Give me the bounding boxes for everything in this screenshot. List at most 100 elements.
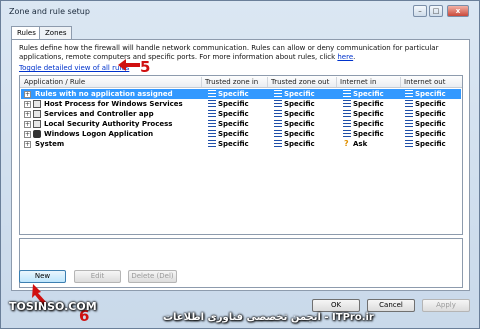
table-row[interactable]: + Rules with no application assigned Spe… (21, 89, 461, 99)
specific-icon (208, 130, 216, 138)
specific-icon (274, 90, 282, 98)
specific-icon (343, 130, 351, 138)
lock-icon (33, 130, 41, 138)
table-row[interactable]: + Local Security Authority Process Speci… (21, 119, 461, 129)
tab-zones[interactable]: Zones (39, 26, 73, 40)
specific-icon (274, 140, 282, 148)
trusted-in-value[interactable]: Specific (218, 110, 249, 118)
internet-out-value[interactable]: Specific (415, 140, 446, 148)
expand-icon[interactable]: + (24, 101, 31, 108)
internet-in-value[interactable]: Specific (353, 90, 384, 98)
specific-icon (405, 120, 413, 128)
trusted-out-value[interactable]: Specific (284, 130, 315, 138)
minimize-button[interactable]: – (413, 5, 427, 17)
expand-icon[interactable]: + (24, 131, 31, 138)
expand-icon[interactable]: + (24, 141, 31, 148)
internet-in-value[interactable]: Specific (353, 130, 384, 138)
internet-in-value[interactable]: Specific (353, 100, 384, 108)
specific-icon (405, 130, 413, 138)
specific-icon (405, 110, 413, 118)
annotation-step-5: 5 (140, 58, 151, 76)
specific-icon (208, 110, 216, 118)
column-separator (400, 77, 401, 87)
window-title: Zone and rule setup (9, 7, 90, 16)
expand-icon[interactable]: + (24, 91, 31, 98)
specific-icon (274, 100, 282, 108)
expand-icon[interactable]: + (24, 121, 31, 128)
description-text: Rules define how the firewall will handl… (19, 44, 439, 61)
specific-icon (343, 90, 351, 98)
trusted-out-value[interactable]: Specific (284, 110, 315, 118)
trusted-in-value[interactable]: Specific (218, 120, 249, 128)
maximize-button[interactable]: □ (429, 5, 443, 17)
trusted-out-value[interactable]: Specific (284, 140, 315, 148)
apply-button[interactable]: Apply (422, 299, 470, 312)
trusted-out-value[interactable]: Specific (284, 90, 315, 98)
help-link[interactable]: here (337, 53, 353, 61)
application-icon (33, 120, 41, 128)
new-button[interactable]: New (19, 270, 66, 283)
rules-description: Rules define how the firewall will handl… (19, 44, 459, 62)
internet-out-value[interactable]: Specific (415, 120, 446, 128)
column-internet-in[interactable]: Internet in (340, 78, 376, 86)
internet-out-value[interactable]: Specific (415, 90, 446, 98)
column-separator (336, 77, 337, 87)
delete-button[interactable]: Delete (Del) (128, 270, 177, 283)
trusted-in-value[interactable]: Specific (218, 100, 249, 108)
internet-in-value[interactable]: Ask (353, 140, 367, 148)
specific-icon (343, 100, 351, 108)
specific-icon (208, 100, 216, 108)
rule-name: Services and Controller app (44, 110, 154, 118)
expand-icon[interactable]: + (24, 111, 31, 118)
specific-icon (208, 140, 216, 148)
application-icon (33, 110, 41, 118)
ask-icon: ? (344, 139, 349, 148)
table-row[interactable]: + Services and Controller app Specific S… (21, 109, 461, 119)
internet-out-value[interactable]: Specific (415, 130, 446, 138)
rule-name: Rules with no application assigned (35, 90, 173, 98)
table-row[interactable]: + Host Process for Windows Services Spec… (21, 99, 461, 109)
table-row[interactable]: + Windows Logon Application Specific Spe… (21, 129, 461, 139)
internet-out-value[interactable]: Specific (415, 110, 446, 118)
trusted-in-value[interactable]: Specific (218, 140, 249, 148)
table-row[interactable]: + System Specific Specific ? Ask Specifi… (21, 139, 461, 149)
edit-button[interactable]: Edit (74, 270, 121, 283)
column-separator (267, 77, 268, 87)
toggle-detailed-view-link[interactable]: Toggle detailed view of all rules (19, 64, 129, 72)
title-bar: Zone and rule setup – □ x (1, 1, 479, 23)
ok-button[interactable]: OK (312, 299, 360, 312)
specific-icon (208, 90, 216, 98)
rule-name: System (35, 140, 65, 148)
annotation-arrow-icon (118, 59, 140, 71)
specific-icon (343, 110, 351, 118)
rules-panel: Rules define how the firewall will handl… (11, 39, 470, 291)
specific-icon (274, 120, 282, 128)
trusted-out-value[interactable]: Specific (284, 120, 315, 128)
internet-out-value[interactable]: Specific (415, 100, 446, 108)
trusted-out-value[interactable]: Specific (284, 100, 315, 108)
application-icon (33, 100, 41, 108)
column-trusted-zone-out[interactable]: Trusted zone out (271, 78, 329, 86)
column-internet-out[interactable]: Internet out (404, 78, 445, 86)
rules-list: Application / Rule Trusted zone in Trust… (19, 75, 463, 235)
specific-icon (274, 110, 282, 118)
column-separator (201, 77, 202, 87)
internet-in-value[interactable]: Specific (353, 110, 384, 118)
specific-icon (405, 90, 413, 98)
specific-icon (343, 120, 351, 128)
internet-in-value[interactable]: Specific (353, 120, 384, 128)
specific-icon (405, 100, 413, 108)
rule-name: Host Process for Windows Services (44, 100, 183, 108)
watermark-right: انجمن تخصصی فناوری اطلاعات - ITPro.ir (163, 312, 374, 323)
cancel-button[interactable]: Cancel (367, 299, 415, 312)
specific-icon (274, 130, 282, 138)
close-button[interactable]: x (447, 5, 469, 17)
trusted-in-value[interactable]: Specific (218, 90, 249, 98)
zone-rule-setup-window: Zone and rule setup – □ x Rules Zones Ru… (0, 0, 480, 329)
column-trusted-zone-in[interactable]: Trusted zone in (205, 78, 258, 86)
rule-name: Local Security Authority Process (44, 120, 173, 128)
trusted-in-value[interactable]: Specific (218, 130, 249, 138)
watermark-left: TOSINSO.COM (9, 300, 97, 313)
rule-name: Windows Logon Application (44, 130, 154, 138)
column-application-rule[interactable]: Application / Rule (24, 78, 85, 86)
